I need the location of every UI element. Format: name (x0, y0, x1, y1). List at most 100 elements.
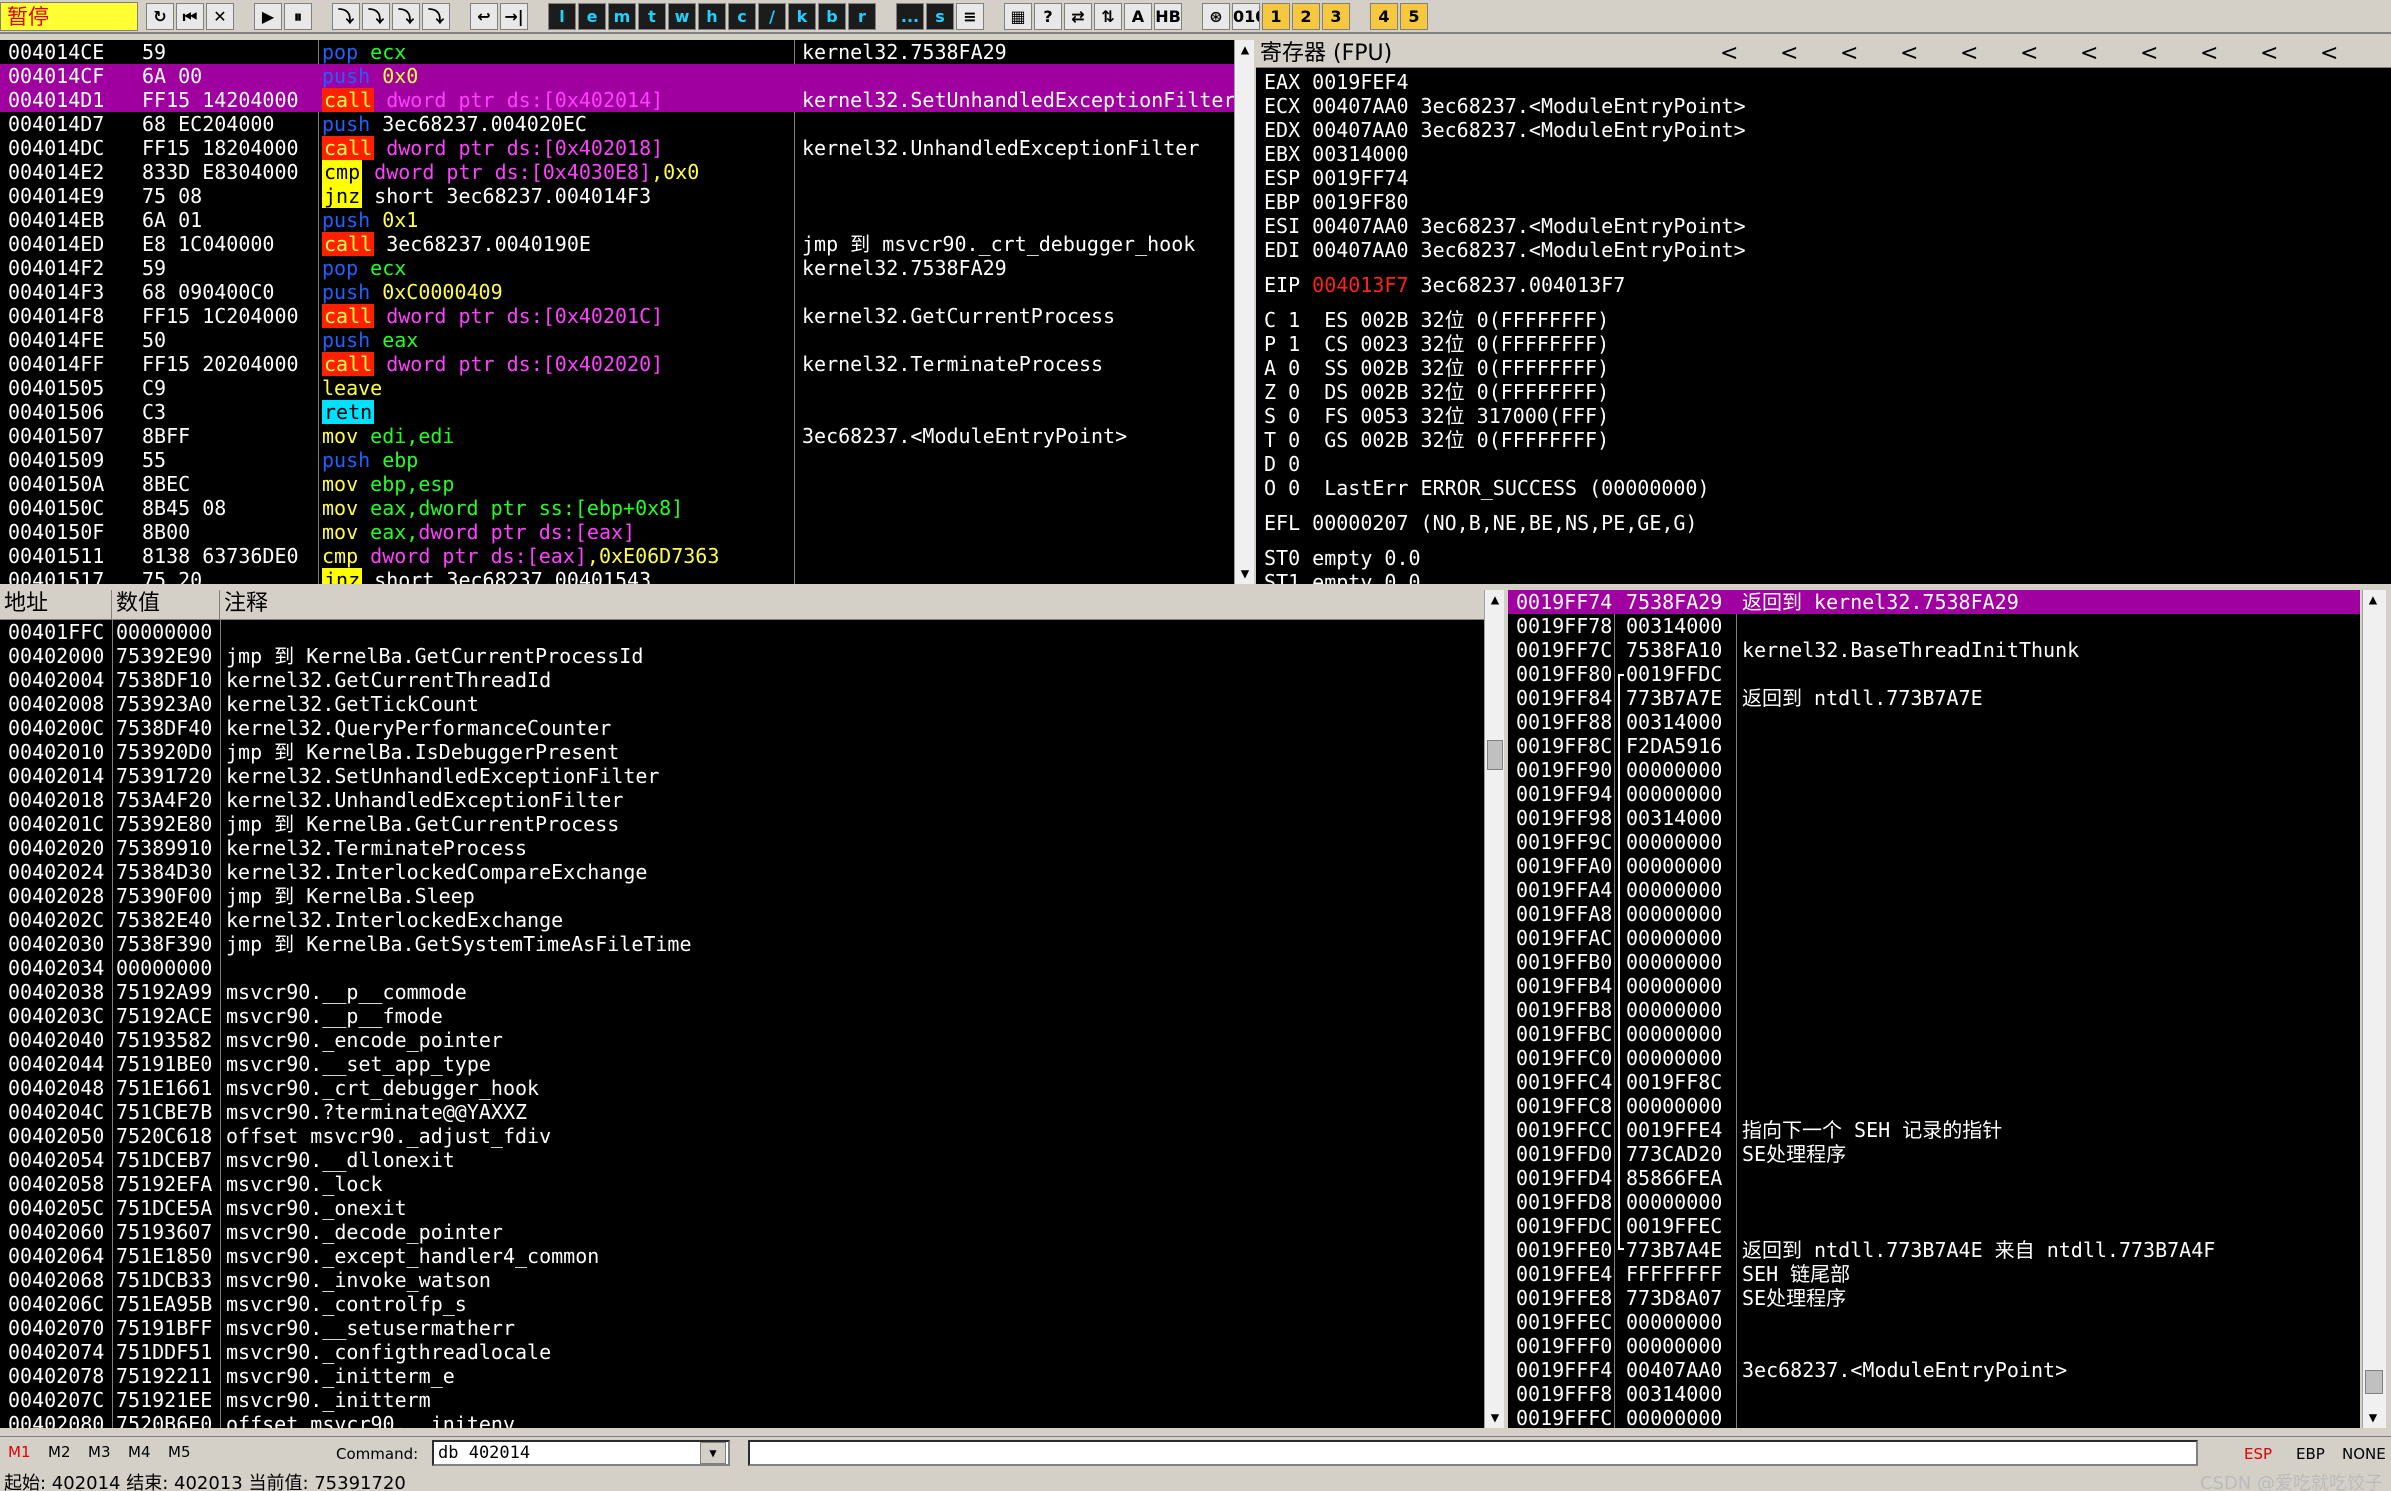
chevron-down-icon[interactable]: ▼ (700, 1442, 726, 1464)
dump-row[interactable]: 00402028 75390F00 jmp 到 KernelBa.Sleep (0, 884, 1484, 908)
stack-row[interactable]: 0019FFDC 0019FFEC (1508, 1214, 2360, 1238)
toolbar-button[interactable]: k (788, 3, 816, 30)
toolbar-button[interactable]: b (818, 3, 846, 30)
disasm-row[interactable]: 004014F2 59 pop ecx kernel32.7538FA29 (0, 256, 1234, 280)
dump-row[interactable]: 00402008 753923A0 kernel32.GetTickCount (0, 692, 1484, 716)
stack-row[interactable]: 0019FFA0 00000000 (1508, 854, 2360, 878)
dump-row[interactable]: 00402040 75193582 msvcr90._encode_pointer (0, 1028, 1484, 1052)
scroll-up-arrow-icon[interactable]: ▲ (1235, 40, 1255, 60)
toolbar-button[interactable]: w (668, 3, 696, 30)
dump-col-value[interactable]: 数值 (112, 590, 220, 619)
dump-row[interactable]: 00402074 751DDF51 msvcr90._configthreadloc… (0, 1340, 1484, 1364)
toolbar-button[interactable]: ? (1034, 3, 1062, 30)
disasm-row[interactable]: 00401505 C9 leave (0, 376, 1234, 400)
stack-row[interactable]: 0019FFAC 00000000 (1508, 926, 2360, 950)
dump-row[interactable]: 0040206C 751EA95B msvcr90._controlfp_s (0, 1292, 1484, 1316)
toolbar-button[interactable]: 4 (1370, 3, 1398, 30)
toolbar-button[interactable]: ⤵ (332, 3, 360, 30)
disasm-row[interactable]: 004014FE 50 push eax (0, 328, 1234, 352)
disasm-row[interactable]: 004014D7 68 EC204000 push 3ec68237.004020E… (0, 112, 1234, 136)
eip-value[interactable]: 004013F7 (1312, 273, 1408, 297)
toolbar-button[interactable]: ⤵ (362, 3, 390, 30)
dump-row[interactable]: 00402024 75384D30 kernel32.InterlockedComp… (0, 860, 1484, 884)
stack-row[interactable]: 0019FFD0 773CAD20 SE处理程序 (1508, 1142, 2360, 1166)
stack-row[interactable]: 0019FF8C F2DA5916 (1508, 734, 2360, 758)
toolbar-button[interactable]: A (1124, 3, 1152, 30)
toolbar-button[interactable]: ▶ (254, 3, 282, 30)
toolbar-button[interactable]: ✕ (206, 3, 234, 30)
disasm-row[interactable]: 00401507 8BFF mov edi,edi 3ec68237.<ModuleE… (0, 424, 1234, 448)
stack-scroll-thumb[interactable] (2365, 1370, 2383, 1394)
toolbar-button[interactable]: ↻ (146, 3, 174, 30)
nav-left-arrow-icon[interactable]: < (2076, 40, 2116, 67)
stack-row[interactable]: 0019FF80 0019FFDC (1508, 662, 2360, 686)
toolbar-button[interactable]: ▦ (1004, 3, 1032, 30)
stack-row[interactable]: 0019FFF8 00314000 (1508, 1382, 2360, 1406)
stack-row[interactable]: 0019FFE8 773D8A07 SE处理程序 (1508, 1286, 2360, 1310)
disasm-row[interactable]: 00401506 C3 retn (0, 400, 1234, 424)
dump-row[interactable]: 00402048 751E1661 msvcr90._crt_debugger_ho… (0, 1076, 1484, 1100)
command-result-field[interactable] (748, 1440, 2198, 1466)
memory-tab[interactable]: M1 (8, 1443, 31, 1461)
disasm-row[interactable]: 004014DC FF15 18204000 call dword ptr ds:[… (0, 136, 1234, 160)
dump-row[interactable]: 0040202C 75382E40 kernel32.InterlockedExch… (0, 908, 1484, 932)
dump-row[interactable]: 00402018 753A4F20 kernel32.UnhandledExcept… (0, 788, 1484, 812)
nav-left-arrow-icon[interactable]: < (1776, 40, 1816, 67)
nav-left-arrow-icon[interactable]: < (2196, 40, 2236, 67)
dump-row[interactable]: 00402000 75392E90 jmp 到 KernelBa.GetCurren… (0, 644, 1484, 668)
stack-row[interactable]: 0019FFB8 00000000 (1508, 998, 2360, 1022)
dump-col-address[interactable]: 地址 (0, 590, 112, 619)
toolbar-button[interactable]: ⇄ (1064, 3, 1092, 30)
disasm-row[interactable]: 004014CF 6A 00 push 0x0 (0, 64, 1234, 88)
stack-row[interactable]: 0019FFE0 773B7A4E 返回到 ntdll.773B7A4E 来自 nt… (1508, 1238, 2360, 1262)
disassembly-scrollbar[interactable]: ▲ ▼ (1234, 40, 1254, 584)
ebp-indicator[interactable]: EBP (2296, 1445, 2325, 1463)
toolbar-button[interactable]: s (926, 3, 954, 30)
disasm-row[interactable]: 00401517 75 20 jnz short 3ec68237.00401543 (0, 568, 1234, 584)
scroll-up-arrow-icon[interactable]: ▲ (2363, 590, 2383, 610)
disasm-row[interactable]: 004014E9 75 08 jnz short 3ec68237.004014F3 (0, 184, 1234, 208)
stack-row[interactable]: 0019FF90 00000000 (1508, 758, 2360, 782)
memory-tab[interactable]: M4 (128, 1443, 151, 1461)
stack-row[interactable]: 0019FFE4 FFFFFFFF SEH 链尾部 (1508, 1262, 2360, 1286)
toolbar-button[interactable]: HB (1154, 3, 1182, 30)
toolbar-button[interactable]: ⇅ (1094, 3, 1122, 30)
stack-row[interactable]: 0019FF84 773B7A7E 返回到 ntdll.773B7A7E (1508, 686, 2360, 710)
nav-left-arrow-icon[interactable]: < (1896, 40, 1936, 67)
toolbar-button[interactable]: 3 (1322, 3, 1350, 30)
dump-row[interactable]: 0040207C 751921EE msvcr90._initterm (0, 1388, 1484, 1412)
toolbar-button[interactable]: 5 (1400, 3, 1428, 30)
stack-row[interactable]: 0019FFFC 00000000 (1508, 1406, 2360, 1428)
dump-row[interactable]: 00402038 75192A99 msvcr90.__p__commode (0, 980, 1484, 1004)
disassembly-pane[interactable]: 004014CE 59 pop ecx kernel32.7538FA29 004014… (0, 40, 1234, 584)
toolbar-button[interactable]: ⤵ (422, 3, 450, 30)
stack-row[interactable]: 0019FF88 00314000 (1508, 710, 2360, 734)
stack-row[interactable]: 0019FFA8 00000000 (1508, 902, 2360, 926)
disasm-row[interactable]: 004014ED E8 1C040000 call 3ec68237.0040190… (0, 232, 1234, 256)
nav-left-arrow-icon[interactable]: < (1956, 40, 1996, 67)
toolbar-button[interactable]: 0101 (1232, 3, 1260, 30)
toolbar-button[interactable]: ↩ (470, 3, 498, 30)
toolbar-button[interactable]: c (728, 3, 756, 30)
stack-row[interactable]: 0019FFD4 85866FEA (1508, 1166, 2360, 1190)
disasm-row[interactable]: 004014D1 FF15 14204000 call dword ptr ds:[… (0, 88, 1234, 112)
stack-row[interactable]: 0019FF94 00000000 (1508, 782, 2360, 806)
disasm-row[interactable]: 00401509 55 push ebp (0, 448, 1234, 472)
toolbar-button[interactable]: l (548, 3, 576, 30)
nav-left-arrow-icon[interactable]: < (2316, 40, 2356, 67)
scroll-up-arrow-icon[interactable]: ▲ (1485, 590, 1505, 610)
esp-indicator[interactable]: ESP (2244, 1445, 2272, 1463)
dump-row[interactable]: 00402020 75389910 kernel32.TerminateProces… (0, 836, 1484, 860)
stack-row[interactable]: 0019FFC8 00000000 (1508, 1094, 2360, 1118)
toolbar-button[interactable]: ⏸ (284, 3, 312, 30)
disasm-row[interactable]: 0040150C 8B45 08 mov eax,dword ptr ss:[ebp… (0, 496, 1234, 520)
dump-row[interactable]: 00402054 751DCEB7 msvcr90.__dllonexit (0, 1148, 1484, 1172)
nav-left-arrow-icon[interactable]: < (2256, 40, 2296, 67)
disasm-row[interactable]: 0040150A 8BEC mov ebp,esp (0, 472, 1234, 496)
disasm-row[interactable]: 0040150F 8B00 mov eax,dword ptr ds:[eax] (0, 520, 1234, 544)
nav-left-arrow-icon[interactable]: < (2016, 40, 2056, 67)
stack-row[interactable]: 0019FF98 00314000 (1508, 806, 2360, 830)
dump-row[interactable]: 00402070 75191BFF msvcr90.__setusermatherr (0, 1316, 1484, 1340)
dump-scrollbar[interactable]: ▲ ▼ (1484, 590, 1504, 1428)
stack-scrollbar[interactable]: ▲ ▼ (2362, 590, 2386, 1428)
